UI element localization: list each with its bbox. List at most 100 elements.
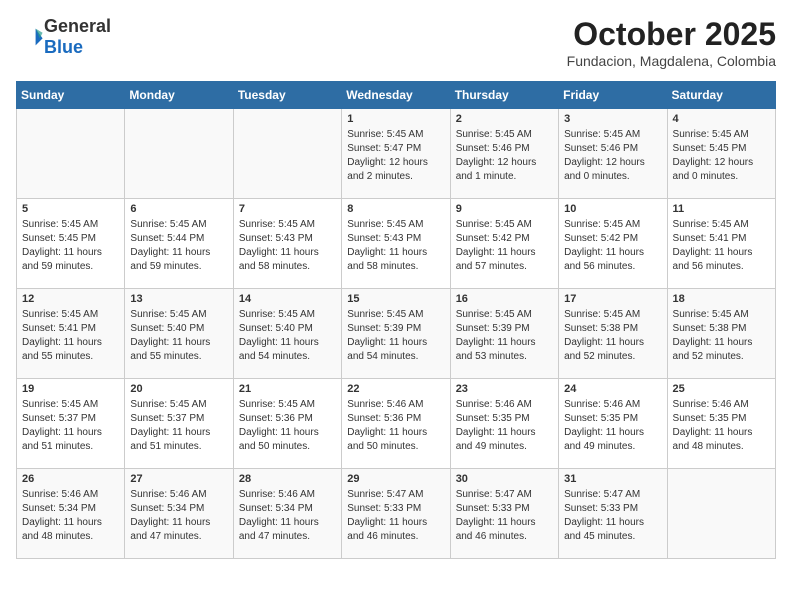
day-info: Sunrise: 5:45 AM Sunset: 5:45 PM Dayligh… [673, 128, 770, 184]
calendar-cell: 22 Sunrise: 5:46 AM Sunset: 5:36 PM Dayli… [342, 379, 450, 469]
day-info: Sunrise: 5:45 AM Sunset: 5:43 PM Dayligh… [347, 218, 444, 274]
day-info: Sunrise: 5:45 AM Sunset: 5:41 PM Dayligh… [673, 218, 770, 274]
day-info: Sunrise: 5:45 AM Sunset: 5:38 PM Dayligh… [673, 308, 770, 364]
calendar-cell: 15 Sunrise: 5:45 AM Sunset: 5:39 PM Dayli… [342, 289, 450, 379]
day-info: Sunrise: 5:46 AM Sunset: 5:36 PM Dayligh… [347, 398, 444, 454]
header-day-sunday: Sunday [17, 82, 125, 109]
day-info: Sunrise: 5:45 AM Sunset: 5:41 PM Dayligh… [22, 308, 119, 364]
day-info: Sunrise: 5:45 AM Sunset: 5:40 PM Dayligh… [130, 308, 227, 364]
header-day-wednesday: Wednesday [342, 82, 450, 109]
header-day-tuesday: Tuesday [233, 82, 341, 109]
calendar-week-2: 5 Sunrise: 5:45 AM Sunset: 5:45 PM Daylig… [17, 199, 776, 289]
calendar-cell: 31Sunrise: 5:47 AM Sunset: 5:33 PM Dayli… [559, 469, 667, 559]
day-number: 7 [239, 203, 336, 215]
calendar-subtitle: Fundacion, Magdalena, Colombia [567, 53, 776, 69]
day-info: Sunrise: 5:46 AM Sunset: 5:35 PM Dayligh… [564, 398, 661, 454]
calendar-cell: 4 Sunrise: 5:45 AM Sunset: 5:45 PM Daylig… [667, 109, 775, 199]
day-number: 4 [673, 113, 770, 125]
day-number: 13 [130, 293, 227, 305]
day-info: Sunrise: 5:45 AM Sunset: 5:47 PM Dayligh… [347, 128, 444, 184]
day-number: 15 [347, 293, 444, 305]
calendar-cell [233, 109, 341, 199]
day-info: Sunrise: 5:45 AM Sunset: 5:36 PM Dayligh… [239, 398, 336, 454]
day-info: Sunrise: 5:46 AM Sunset: 5:34 PM Dayligh… [130, 488, 227, 544]
calendar-body: 1Sunrise: 5:45 AM Sunset: 5:47 PM Daylig… [17, 109, 776, 559]
day-number: 27 [130, 473, 227, 485]
calendar-cell [667, 469, 775, 559]
day-info: Sunrise: 5:46 AM Sunset: 5:35 PM Dayligh… [456, 398, 553, 454]
calendar-cell: 25 Sunrise: 5:46 AM Sunset: 5:35 PM Dayli… [667, 379, 775, 469]
calendar-cell: 14Sunrise: 5:45 AM Sunset: 5:40 PM Dayli… [233, 289, 341, 379]
day-info: Sunrise: 5:45 AM Sunset: 5:46 PM Dayligh… [456, 128, 553, 184]
day-info: Sunrise: 5:47 AM Sunset: 5:33 PM Dayligh… [564, 488, 661, 544]
day-number: 11 [673, 203, 770, 215]
header-day-thursday: Thursday [450, 82, 558, 109]
calendar-week-1: 1Sunrise: 5:45 AM Sunset: 5:47 PM Daylig… [17, 109, 776, 199]
calendar-cell: 26Sunrise: 5:46 AM Sunset: 5:34 PM Dayli… [17, 469, 125, 559]
calendar-cell: 10Sunrise: 5:45 AM Sunset: 5:42 PM Dayli… [559, 199, 667, 289]
calendar-cell: 21 Sunrise: 5:45 AM Sunset: 5:36 PM Dayli… [233, 379, 341, 469]
day-info: Sunrise: 5:45 AM Sunset: 5:40 PM Dayligh… [239, 308, 336, 364]
day-info: Sunrise: 5:45 AM Sunset: 5:42 PM Dayligh… [564, 218, 661, 274]
calendar-cell: 27 Sunrise: 5:46 AM Sunset: 5:34 PM Dayli… [125, 469, 233, 559]
day-number: 2 [456, 113, 553, 125]
calendar-week-4: 19 Sunrise: 5:45 AM Sunset: 5:37 PM Dayli… [17, 379, 776, 469]
day-number: 20 [130, 383, 227, 395]
header-day-saturday: Saturday [667, 82, 775, 109]
calendar-cell: 28 Sunrise: 5:46 AM Sunset: 5:34 PM Dayli… [233, 469, 341, 559]
day-number: 26 [22, 473, 119, 485]
calendar-cell: 12Sunrise: 5:45 AM Sunset: 5:41 PM Dayli… [17, 289, 125, 379]
calendar-header: SundayMondayTuesdayWednesdayThursdayFrid… [17, 82, 776, 109]
day-info: Sunrise: 5:46 AM Sunset: 5:35 PM Dayligh… [673, 398, 770, 454]
day-number: 8 [347, 203, 444, 215]
calendar-cell: 29Sunrise: 5:47 AM Sunset: 5:33 PM Dayli… [342, 469, 450, 559]
calendar-cell: 20Sunrise: 5:45 AM Sunset: 5:37 PM Dayli… [125, 379, 233, 469]
calendar-cell: 11 Sunrise: 5:45 AM Sunset: 5:41 PM Dayli… [667, 199, 775, 289]
day-number: 5 [22, 203, 119, 215]
calendar-cell: 30Sunrise: 5:47 AM Sunset: 5:33 PM Dayli… [450, 469, 558, 559]
calendar-week-3: 12Sunrise: 5:45 AM Sunset: 5:41 PM Dayli… [17, 289, 776, 379]
logo-icon [16, 23, 44, 51]
day-number: 9 [456, 203, 553, 215]
calendar-cell: 8 Sunrise: 5:45 AM Sunset: 5:43 PM Daylig… [342, 199, 450, 289]
page-header: General Blue October 2025 Fundacion, Mag… [16, 16, 776, 69]
calendar-cell [17, 109, 125, 199]
calendar-cell: 7 Sunrise: 5:45 AM Sunset: 5:43 PM Daylig… [233, 199, 341, 289]
calendar-cell: 3 Sunrise: 5:45 AM Sunset: 5:46 PM Daylig… [559, 109, 667, 199]
calendar-cell: 9 Sunrise: 5:45 AM Sunset: 5:42 PM Daylig… [450, 199, 558, 289]
day-info: Sunrise: 5:45 AM Sunset: 5:37 PM Dayligh… [22, 398, 119, 454]
day-info: Sunrise: 5:45 AM Sunset: 5:43 PM Dayligh… [239, 218, 336, 274]
day-info: Sunrise: 5:45 AM Sunset: 5:38 PM Dayligh… [564, 308, 661, 364]
day-number: 22 [347, 383, 444, 395]
calendar-cell: 17Sunrise: 5:45 AM Sunset: 5:38 PM Dayli… [559, 289, 667, 379]
calendar-cell: 5 Sunrise: 5:45 AM Sunset: 5:45 PM Daylig… [17, 199, 125, 289]
day-number: 21 [239, 383, 336, 395]
calendar-week-5: 26 Sunrise: 5:46 AM Sunset: 5:34 PM Dayli… [17, 469, 776, 559]
calendar-cell [125, 109, 233, 199]
day-info: Sunrise: 5:45 AM Sunset: 5:45 PM Dayligh… [22, 218, 119, 274]
calendar-cell: 6Sunrise: 5:45 AM Sunset: 5:44 PM Daylig… [125, 199, 233, 289]
calendar-cell: 24 Sunrise: 5:46 AM Sunset: 5:35 PM Dayli… [559, 379, 667, 469]
day-number: 19 [22, 383, 119, 395]
day-info: Sunrise: 5:45 AM Sunset: 5:46 PM Dayligh… [564, 128, 661, 184]
header-row: SundayMondayTuesdayWednesdayThursdayFrid… [17, 82, 776, 109]
day-info: Sunrise: 5:45 AM Sunset: 5:39 PM Dayligh… [347, 308, 444, 364]
calendar-cell: 16 Sunrise: 5:45 AM Sunset: 5:39 PM Dayli… [450, 289, 558, 379]
day-number: 3 [564, 113, 661, 125]
logo: General Blue [16, 16, 111, 58]
day-number: 29 [347, 473, 444, 485]
day-number: 24 [564, 383, 661, 395]
title-block: October 2025 Fundacion, Magdalena, Colom… [567, 16, 776, 69]
day-number: 23 [456, 383, 553, 395]
day-info: Sunrise: 5:45 AM Sunset: 5:42 PM Dayligh… [456, 218, 553, 274]
logo-blue: Blue [44, 37, 83, 57]
header-day-friday: Friday [559, 82, 667, 109]
day-number: 25 [673, 383, 770, 395]
calendar-cell: 1Sunrise: 5:45 AM Sunset: 5:47 PM Daylig… [342, 109, 450, 199]
day-info: Sunrise: 5:45 AM Sunset: 5:39 PM Dayligh… [456, 308, 553, 364]
day-info: Sunrise: 5:46 AM Sunset: 5:34 PM Dayligh… [239, 488, 336, 544]
day-info: Sunrise: 5:45 AM Sunset: 5:44 PM Dayligh… [130, 218, 227, 274]
day-number: 16 [456, 293, 553, 305]
day-number: 28 [239, 473, 336, 485]
calendar-cell: 2 Sunrise: 5:45 AM Sunset: 5:46 PM Daylig… [450, 109, 558, 199]
